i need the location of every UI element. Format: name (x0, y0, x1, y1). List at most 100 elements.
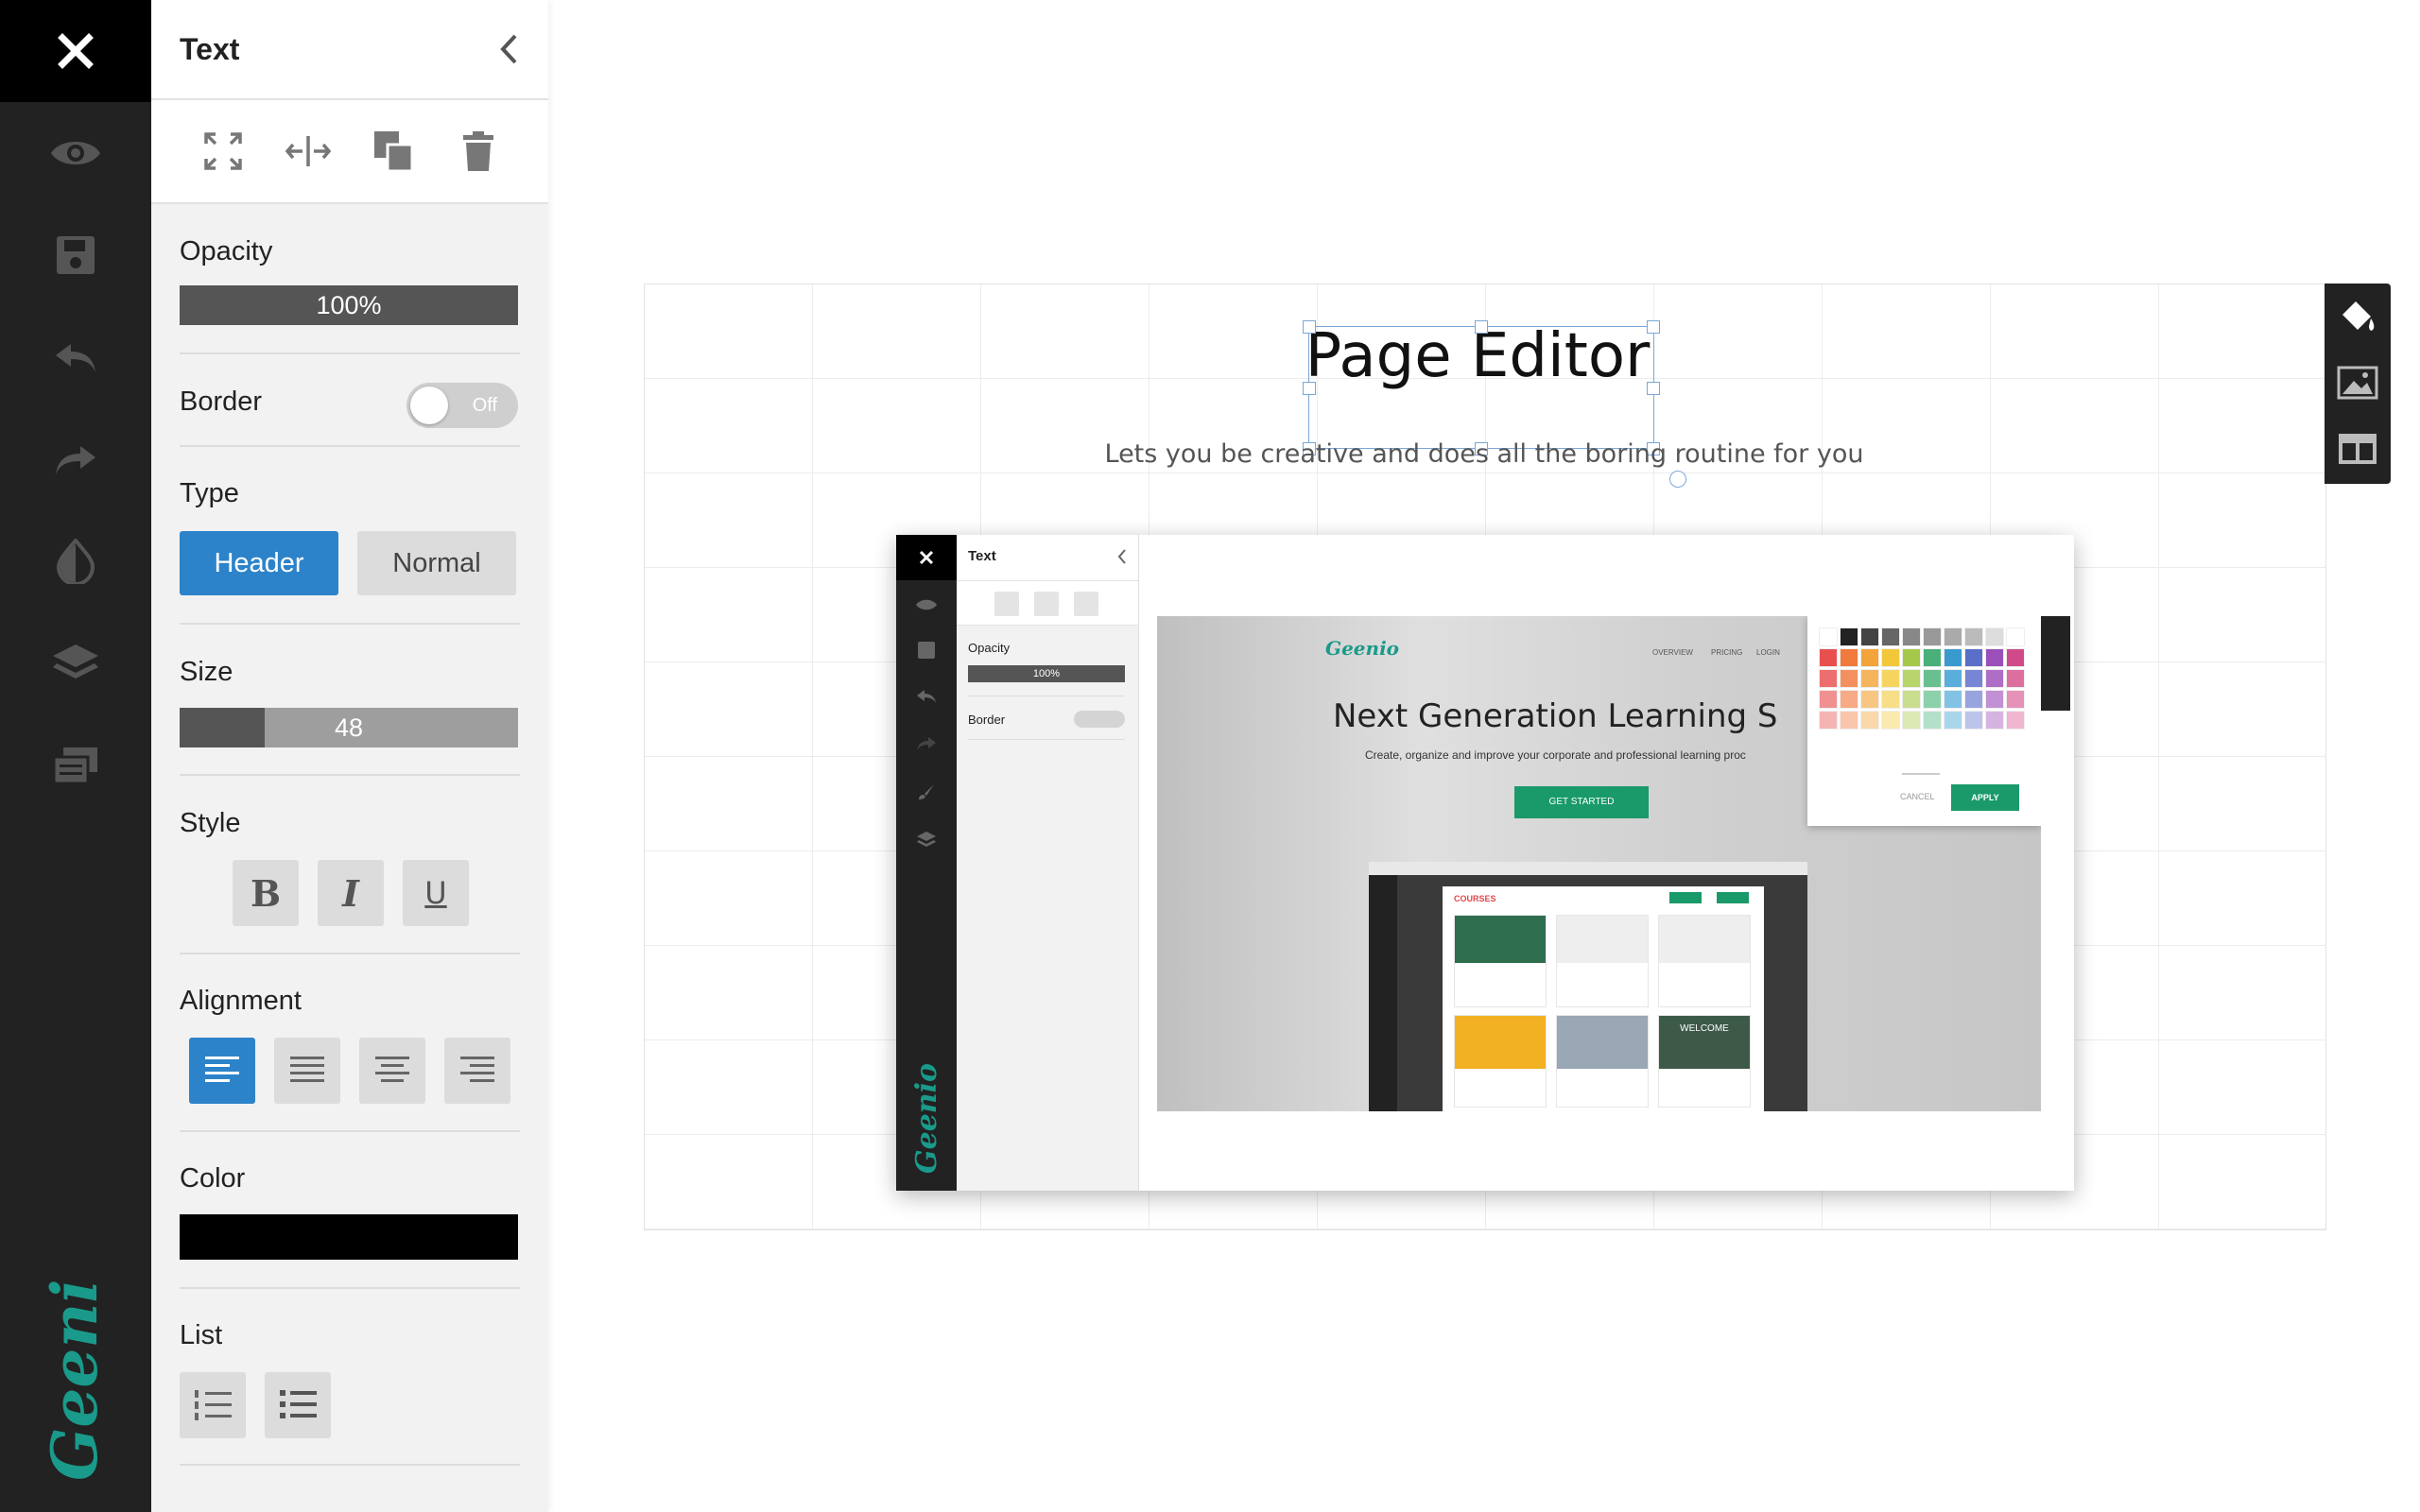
eye-icon (51, 142, 100, 164)
svg-text:Geenio: Geenio (910, 1064, 943, 1174)
duplicate-button[interactable] (367, 125, 420, 178)
opacity-value: 100% (316, 290, 382, 319)
palette-swatch (1944, 669, 1962, 688)
palette-swatch (1902, 627, 1921, 646)
image-button[interactable] (2325, 350, 2391, 416)
resize-handle[interactable] (1303, 382, 1316, 395)
preview-close-icon (896, 535, 957, 580)
size-label: Size (180, 657, 233, 687)
preview-chevron-left-icon (1117, 549, 1126, 564)
preview-expand-icon (994, 592, 1019, 616)
size-slider[interactable]: 48 (180, 708, 518, 747)
numbered-list-button[interactable] (180, 1372, 246, 1438)
color-picker-swatch[interactable] (180, 1214, 518, 1260)
divider (180, 1130, 520, 1132)
layout-button[interactable] (2325, 416, 2391, 482)
preview-undo-icon (917, 690, 936, 703)
border-label: Border (180, 387, 263, 417)
save-button[interactable] (0, 217, 151, 293)
preview-duplicate-icon (1034, 592, 1059, 616)
italic-icon: I (342, 871, 359, 915)
resize-handle[interactable] (1647, 382, 1660, 395)
preview-layers-icon (917, 832, 936, 847)
cards-icon (52, 747, 97, 785)
fullscreen-button[interactable] (197, 125, 250, 178)
undo-button[interactable] (0, 319, 151, 395)
align-right-button[interactable] (444, 1038, 510, 1104)
palette-swatch (1964, 711, 1983, 730)
align-justify-button[interactable] (274, 1038, 340, 1104)
palette-swatch (1923, 669, 1942, 688)
theme-button[interactable] (0, 524, 151, 599)
size-slider-fill (180, 708, 265, 747)
preview-courses-tab: COURSES (1454, 894, 1496, 903)
delete-button[interactable] (452, 125, 505, 178)
preview-cta-button: GET STARTED (1514, 786, 1649, 818)
palette-swatch (1860, 669, 1879, 688)
layers-button[interactable] (0, 626, 151, 701)
page-subtitle[interactable]: Lets you be creative and does all the bo… (1097, 439, 1872, 469)
preview-panel-title: Text (968, 548, 996, 564)
stretch-horizontal-icon (285, 136, 332, 166)
preview-eye-icon (916, 599, 937, 610)
resize-handle[interactable] (1475, 320, 1488, 334)
preview-welcome-card: WELCOME (1659, 1016, 1750, 1069)
align-justify-icon (290, 1057, 324, 1082)
align-left-icon (205, 1057, 239, 1082)
align-center-button[interactable] (359, 1038, 425, 1104)
redo-button[interactable] (0, 421, 151, 497)
palette-swatch (1902, 711, 1921, 730)
palette-swatch (1819, 648, 1838, 667)
palette-swatch (2006, 711, 2025, 730)
underline-button[interactable]: U (403, 860, 469, 926)
resize-handle[interactable] (1647, 320, 1660, 334)
resize-handle[interactable] (1303, 320, 1316, 334)
preview-button[interactable] (0, 115, 151, 191)
close-button[interactable] (0, 0, 151, 102)
palette-swatch (1964, 669, 1983, 688)
divider (180, 1287, 520, 1289)
palette-swatch (1923, 627, 1942, 646)
palette-swatch (1881, 711, 1900, 730)
preview-border-toggle (1074, 711, 1125, 728)
preview-landing-page: Geenio OVERVIEW PRICING LOGIN Next Gener… (1157, 616, 2041, 1111)
opacity-slider[interactable]: 100% (180, 285, 518, 325)
bullet-list-button[interactable] (265, 1372, 331, 1438)
layout-icon (2339, 434, 2377, 464)
divider (180, 953, 520, 954)
type-header-button[interactable]: Header (180, 531, 338, 595)
preview-cancel-button: CANCEL (1900, 792, 1935, 801)
rotate-handle[interactable] (1669, 471, 1686, 488)
templates-button[interactable] (0, 728, 151, 803)
align-left-button[interactable] (189, 1038, 255, 1104)
type-normal-button[interactable]: Normal (357, 531, 516, 595)
color-label: Color (180, 1163, 246, 1194)
palette-swatch (1840, 669, 1858, 688)
italic-button[interactable]: I (318, 860, 384, 926)
palette-swatch (2006, 627, 2025, 646)
main-toolbar: Geenio (0, 0, 151, 1512)
layers-icon (53, 644, 98, 679)
stretch-button[interactable] (282, 125, 335, 178)
properties-panel: Text Opacity 100% Border Off Type Header… (151, 0, 548, 1512)
collapse-panel-button[interactable] (490, 28, 527, 70)
element-actions (151, 100, 548, 204)
preview-border-label: Border (968, 713, 1006, 727)
size-value: 48 (334, 713, 364, 742)
preview-app-shot: COURSES WELCOME (1369, 862, 1807, 1111)
alignment-label: Alignment (180, 986, 302, 1016)
canvas-tools (2325, 284, 2391, 484)
bold-button[interactable]: B (233, 860, 299, 926)
preview-brush-icon (919, 784, 934, 799)
redo-icon (56, 446, 95, 474)
border-toggle[interactable]: Off (406, 383, 518, 428)
fill-button[interactable] (2325, 284, 2391, 350)
palette-swatch (1881, 669, 1900, 688)
preview-hero-title: Next Generation Learning Syst (1333, 697, 1777, 735)
preview-hero-subtitle: Create, organize and improve your corpor… (1365, 748, 1746, 762)
bullet-list-icon (280, 1390, 317, 1418)
preview-panel: Text Opacity 100% Border (957, 535, 1139, 1191)
palette-swatch (1881, 690, 1900, 709)
duplicate-icon (374, 131, 414, 173)
palette-swatch (1944, 648, 1962, 667)
